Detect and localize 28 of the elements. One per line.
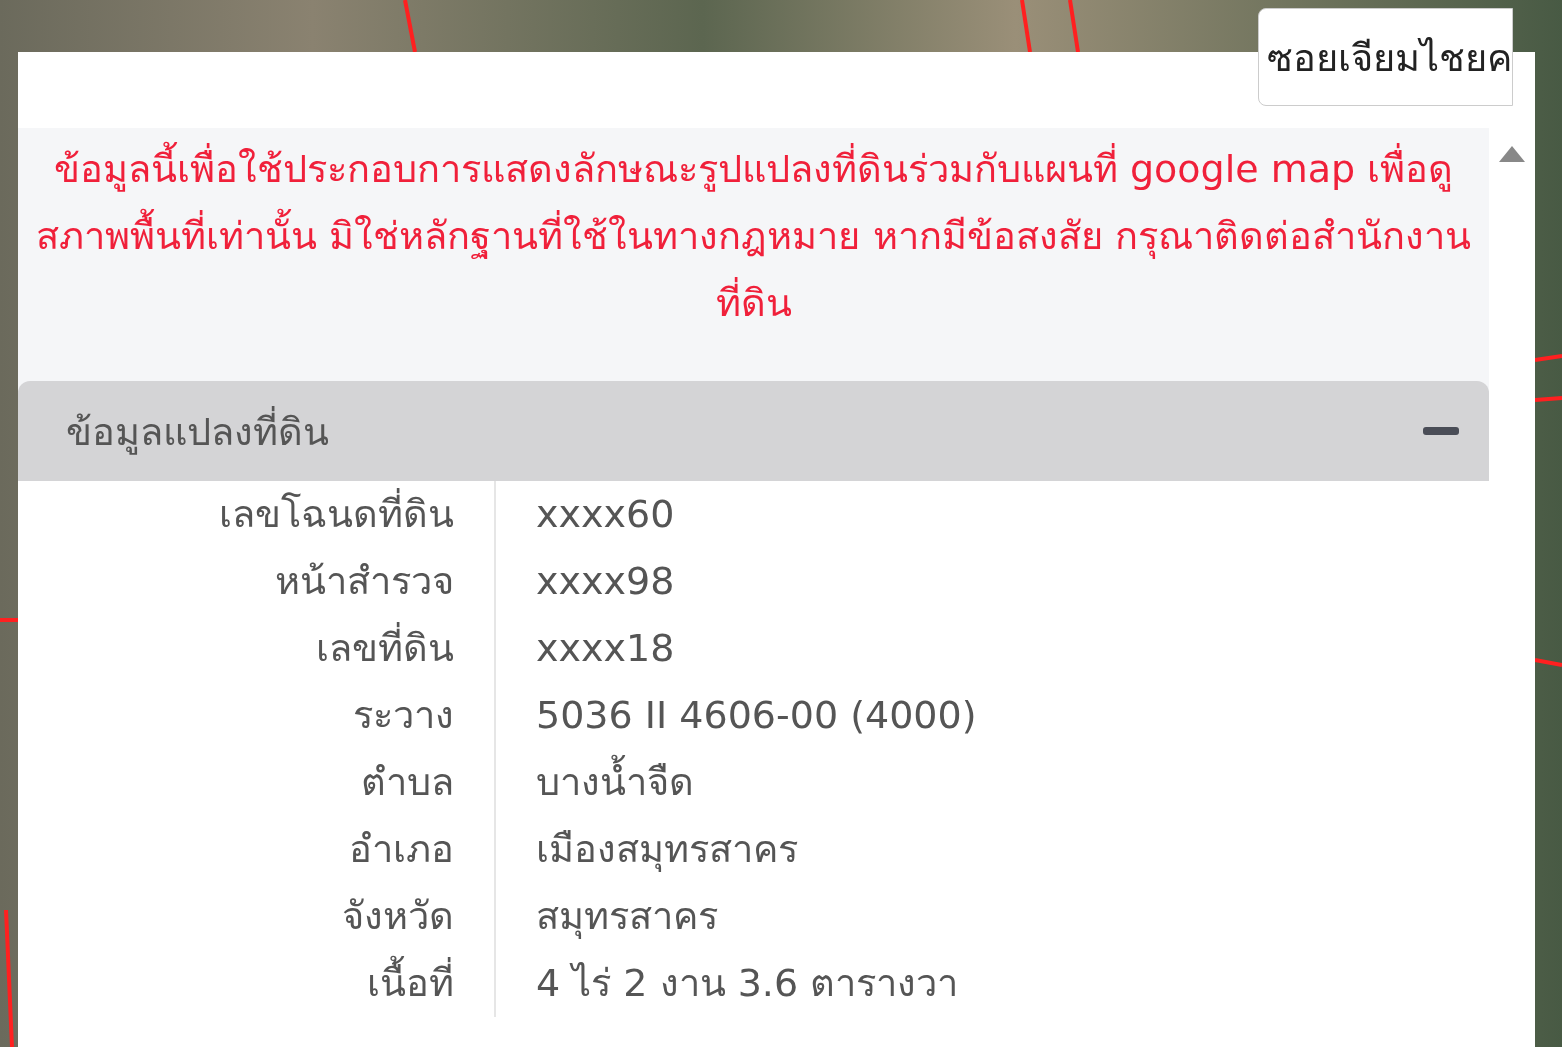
parcel-boundary-line <box>403 0 417 53</box>
field-value: 4 ไร่ 2 งาน 3.6 ตารางวา <box>535 960 960 1007</box>
field-value: บางน้ำจืด <box>496 749 1489 816</box>
parcel-boundary-line <box>1534 396 1562 402</box>
field-label: จังหวัด <box>18 883 496 950</box>
disclaimer-text: ข้อมูลนี้เพื่อใช้ประกอบการแสดงลักษณะรูปแปลงที่ดินร่วมกับแผนที่ google map เพื่อดูสภาพพื้นที่เท่านั้น มิใช่หลักฐานที่ใช้ในทางกฎหมาย หากมีข้อสงสัย กรุณาติดต่อสำนักงานที่ดิน <box>18 128 1489 381</box>
field-value: เมืองสมุทรสาคร <box>535 826 799 874</box>
field-label: อำเภอ <box>18 816 496 883</box>
field-label: ระวาง <box>18 682 496 749</box>
minus-icon <box>1423 427 1459 435</box>
field-value: สมุทรสาคร <box>535 893 719 941</box>
parcel-boundary-line <box>1534 354 1562 362</box>
field-label: หน้าสำรวจ <box>18 548 496 615</box>
parcel-boundary-line <box>1020 0 1032 53</box>
field-label: เนื้อที่ <box>18 950 496 1017</box>
field-label: เลขที่ดิน <box>18 615 496 682</box>
field-value: xxxx60 <box>535 491 676 538</box>
scroll-up-arrow-icon[interactable] <box>1499 146 1525 162</box>
field-value: xxxx98 <box>535 558 676 605</box>
parcel-boundary-line <box>1534 658 1562 667</box>
map-road-label: ซอยเจียมไชยค <box>1258 8 1513 106</box>
field-value: xxxx18 <box>535 625 676 672</box>
parcel-boundary-line <box>0 618 18 622</box>
field-value: 5036 II 4606-00 (4000) <box>535 692 978 739</box>
parcel-boundary-line <box>1068 0 1080 53</box>
field-label: เลขโฉนดที่ดิน <box>18 481 496 548</box>
section-header[interactable]: ข้อมูลแปลงที่ดิน <box>18 381 1489 481</box>
field-label: ตำบล <box>18 749 496 816</box>
